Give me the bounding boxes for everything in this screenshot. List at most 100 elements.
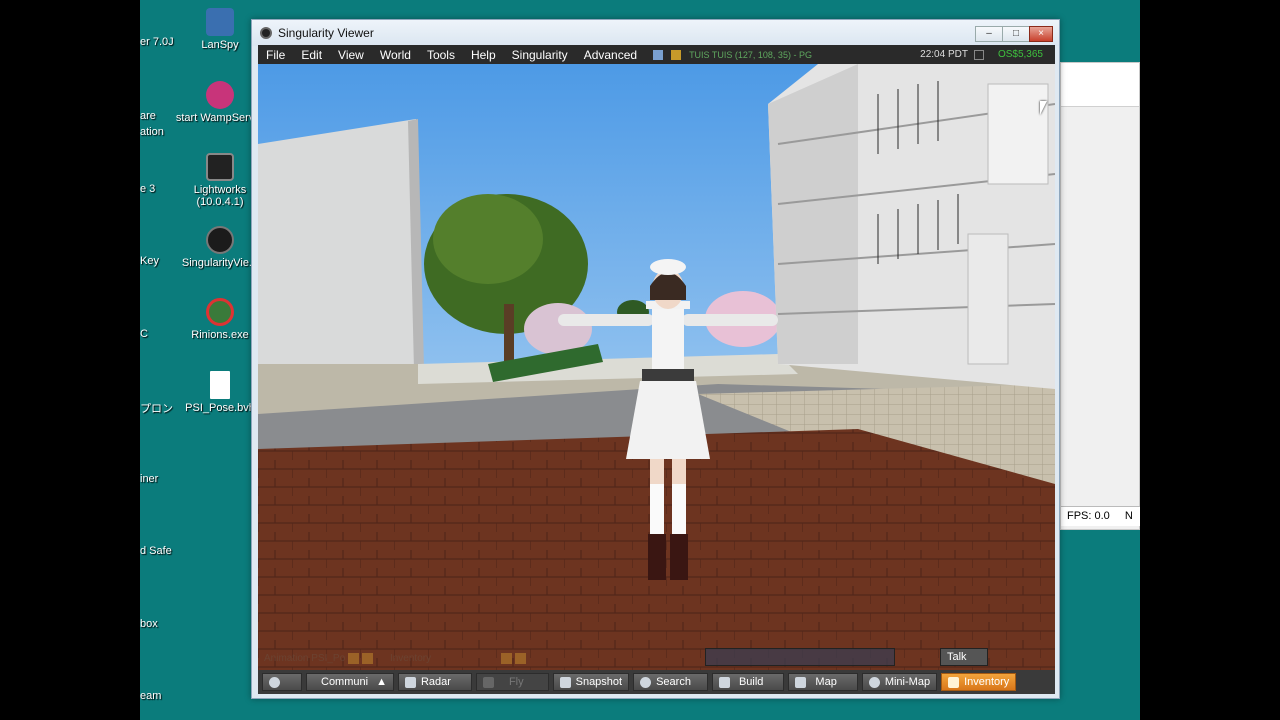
wampserver-icon	[206, 81, 234, 109]
radar-label: Radar	[420, 676, 451, 688]
balance-text[interactable]: OS$5,365	[998, 49, 1055, 60]
avatar-hat	[650, 259, 686, 275]
ghost-tab-animation[interactable]: Animation PSI_Po	[264, 653, 345, 664]
window-title: Singularity Viewer	[278, 26, 374, 40]
desktop-icon-label: are	[140, 110, 156, 122]
world-scene	[258, 64, 1055, 670]
parcel-icon[interactable]	[671, 49, 682, 60]
minimize-button[interactable]: –	[975, 26, 1003, 42]
search-icon	[640, 676, 652, 688]
desktop-icon-partial[interactable]: box	[140, 618, 158, 630]
singularity-viewer-window[interactable]: Singularity Viewer – □ × File Edit View …	[251, 19, 1060, 699]
singularity-icon	[206, 226, 234, 254]
maximize-button[interactable]: □	[1002, 26, 1030, 42]
build-button[interactable]: Build	[711, 673, 785, 691]
desktop-icon-label: er 7.0J	[140, 36, 174, 48]
fly-icon	[482, 676, 494, 688]
left-building	[258, 119, 423, 384]
fps-label: FPS: 0.0	[1067, 510, 1110, 522]
desktop-icon-label: box	[140, 618, 158, 630]
fps-readout: FPS: 0.0 N	[1061, 506, 1140, 526]
location-text[interactable]: TUIS TUIS (127, 108, 35) - PG	[689, 50, 812, 60]
talk-label: Talk	[947, 651, 967, 663]
communicate-button[interactable]: Communi ▲	[306, 673, 394, 691]
menu-edit[interactable]: Edit	[293, 48, 330, 62]
inventory-button[interactable]: Inventory	[941, 673, 1017, 691]
background-window[interactable]: FPS: 0.0 N	[1060, 62, 1140, 530]
desktop-icon-partial[interactable]: are	[140, 110, 156, 122]
map-icon	[795, 676, 807, 688]
snapshot-label: Snapshot	[575, 676, 623, 688]
menu-world[interactable]: World	[372, 48, 419, 62]
close-icon[interactable]	[515, 653, 527, 664]
minimap-button[interactable]: Mini-Map	[861, 673, 938, 691]
desktop-icon-partial[interactable]: iner	[140, 473, 158, 485]
desktop-icon-label: eam	[140, 690, 162, 702]
search-label: Search	[656, 676, 691, 688]
chat-button[interactable]	[262, 673, 302, 691]
desktop-icon-label: プロン	[140, 403, 173, 415]
snapshot-button[interactable]: Snapshot	[552, 673, 630, 691]
desktop-icon-label: ation	[140, 126, 164, 138]
menu-bar: File Edit View World Tools Help Singular…	[258, 45, 1055, 64]
chevron-up-icon: ▲	[376, 676, 387, 688]
menu-singularity[interactable]: Singularity	[504, 48, 576, 62]
inventory-icon	[948, 676, 960, 688]
window-controls: – □ ×	[975, 26, 1053, 42]
build-label: Build	[738, 676, 764, 688]
avatar-right-arm	[682, 314, 778, 326]
desktop-icon-partial: ation	[140, 126, 164, 138]
buy-currency-icon[interactable]	[973, 49, 984, 60]
avatar-left-arm	[558, 314, 654, 326]
build-icon	[718, 676, 730, 688]
menu-file[interactable]: File	[258, 48, 293, 62]
minimap-label: Mini-Map	[884, 676, 931, 688]
desktop-icon-label: C	[140, 328, 148, 340]
close-icon[interactable]	[348, 653, 360, 664]
3d-world-viewport[interactable]	[258, 64, 1055, 670]
map-button[interactable]: Map	[788, 673, 858, 691]
menu-help[interactable]: Help	[463, 48, 504, 62]
radar-icon	[404, 676, 416, 688]
communicate-label: Communi	[321, 676, 369, 688]
desktop-icon-partial[interactable]: d Safe	[140, 545, 172, 557]
clock-text: 22:04 PDT	[920, 49, 968, 60]
fly-button[interactable]: Fly	[475, 673, 549, 691]
menu-advanced[interactable]: Advanced	[576, 48, 645, 62]
desktop-icon-partial[interactable]: C	[140, 328, 148, 340]
desktop-icon-partial[interactable]: プロン	[140, 400, 173, 416]
minimap-icon	[868, 676, 880, 688]
document-icon	[210, 371, 230, 399]
bottom-toolbar: Communi ▲ Radar Fly Snapshot Search Build…	[258, 670, 1055, 694]
avatar-status-icon[interactable]	[653, 49, 664, 60]
edge-char: N	[1124, 510, 1133, 522]
search-button[interactable]: Search	[633, 673, 708, 691]
inventory-label: Inventory	[964, 676, 1010, 688]
desktop-icon-partial[interactable]: er 7.0J	[140, 36, 174, 48]
fly-label: Fly	[508, 676, 524, 688]
window-titlebar[interactable]: Singularity Viewer – □ ×	[252, 20, 1059, 46]
map-label: Map	[815, 676, 837, 688]
desktop-icon-partial[interactable]: e 3	[140, 183, 155, 195]
menu-tools[interactable]: Tools	[419, 48, 463, 62]
desktop-icon-label: Key	[140, 255, 159, 267]
media-controls[interactable]	[705, 648, 895, 666]
desktop-icon-partial[interactable]: Key	[140, 255, 159, 267]
avatar-dress	[626, 381, 710, 459]
desktop-icon-label: iner	[140, 473, 159, 485]
desktop-icon-partial[interactable]: eam	[140, 690, 161, 702]
close-icon[interactable]	[362, 653, 374, 664]
desktop-icon-label: d Safe	[140, 545, 172, 557]
ghost-tab-inventory[interactable]: Inventory	[390, 653, 431, 664]
camera-icon	[559, 676, 571, 688]
minimized-floaters[interactable]: Animation PSI_Po Inventory	[264, 653, 527, 664]
close-button[interactable]: ×	[1029, 26, 1053, 42]
close-icon[interactable]	[501, 653, 513, 664]
talk-button[interactable]: Talk	[940, 648, 988, 666]
desktop-icon-label: e 3	[140, 183, 156, 195]
menu-view[interactable]: View	[330, 48, 372, 62]
background-window-header	[1061, 63, 1139, 107]
singularity-app-icon	[260, 27, 272, 39]
mouse-cursor-icon	[1040, 101, 1047, 115]
radar-button[interactable]: Radar	[397, 673, 472, 691]
